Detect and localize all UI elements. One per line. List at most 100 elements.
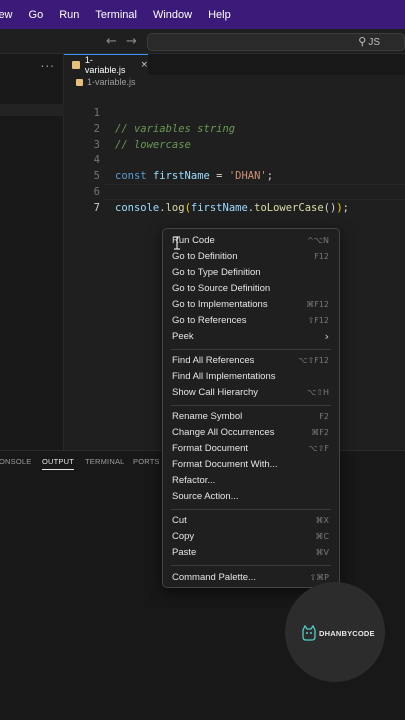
cat-logo-icon — [302, 625, 316, 641]
breadcrumb-file[interactable]: 1-variable.js — [87, 77, 136, 87]
menu-item-run-code[interactable]: Run Code ^⌥N — [163, 232, 339, 248]
menu-item-refactor[interactable]: Refactor... — [163, 472, 339, 488]
menu-item-label: Format Document With... — [172, 458, 278, 470]
menu-item-shortcut: ⌥⇧F12 — [298, 355, 329, 365]
menu-item-shortcut: F2 — [319, 411, 329, 421]
menu-item-label: Show Call Hierarchy — [172, 386, 259, 398]
function-toLowerCase: toLowerCase — [254, 202, 324, 214]
code-line-7: 7 — [64, 184, 405, 214]
menu-go[interactable]: Go — [29, 9, 44, 21]
menu-item-shortcut: ⇧F12 — [307, 315, 329, 325]
menu-item-go-to-definition[interactable]: Go to Definition F12 — [163, 248, 339, 264]
menu-item-label: Cut — [172, 514, 187, 526]
explorer-selected-row[interactable] — [0, 104, 64, 116]
function-log: log — [165, 202, 185, 214]
code-line-3: 3 — [64, 121, 405, 151]
menu-item-command-palette[interactable]: Command Palette... ⇧⌘P — [163, 569, 339, 585]
chevron-right-icon: › — [324, 329, 329, 343]
menu-view[interactable]: iew — [0, 9, 13, 21]
menu-item-label: Find All Implementations — [172, 370, 276, 382]
menu-item-format-document[interactable]: Format Document ⌥⇧F — [163, 440, 339, 456]
menu-help[interactable]: Help — [208, 9, 231, 21]
menu-item-label: Go to Implementations — [172, 298, 268, 310]
menu-item-label: Command Palette... — [172, 571, 256, 583]
menu-item-shortcut: ⌥⇧H — [307, 387, 329, 397]
menu-terminal[interactable]: Terminal — [95, 9, 137, 21]
menu-item-change-all-occurrences[interactable]: Change All Occurrences ⌘F2 — [163, 424, 339, 440]
menu-item-label: Format Document — [172, 442, 249, 454]
code-line-6: 6 console.log(firstName.toLowerCase()); — [64, 168, 405, 214]
menu-item-go-to-type-definition[interactable]: Go to Type Definition — [163, 264, 339, 280]
code-line-1: 1 // variables string — [64, 89, 405, 135]
close-icon[interactable]: × — [140, 60, 148, 70]
tab-debug-console[interactable]: ONSOLE — [0, 457, 31, 466]
identifier-console: console — [115, 202, 160, 214]
menu-item-paste[interactable]: Paste ⌘V — [163, 544, 339, 560]
menu-item-shortcut: ⇧⌘P — [309, 572, 329, 582]
watermark-text: DHANBYCODE — [319, 629, 375, 638]
menu-item-copy[interactable]: Copy ⌘C — [163, 528, 339, 544]
menu-item-label: Refactor... — [172, 474, 216, 486]
menu-run[interactable]: Run — [59, 9, 79, 21]
tab-label: 1-variable.js — [84, 55, 126, 75]
editor-tab-bar: 1-variable.js × — [64, 54, 405, 75]
tab-ports[interactable]: PORTS — [133, 457, 160, 466]
menu-item-label: Source Action... — [172, 490, 239, 502]
menu-item-rename-symbol[interactable]: Rename Symbol F2 — [163, 408, 339, 424]
code-console-log: console.log(firstName.toLowerCase()); — [115, 200, 349, 216]
menu-bar: iew Go Run Terminal Window Help — [0, 0, 405, 29]
menu-item-find-all-implementations[interactable]: Find All Implementations — [163, 368, 339, 384]
tab-1-variable-js[interactable]: 1-variable.js × — [64, 54, 148, 75]
menu-item-shortcut: ⌘V — [315, 547, 329, 557]
menu-item-go-to-implementations[interactable]: Go to Implementations ⌘F12 — [163, 296, 339, 312]
menu-item-label: Go to Definition — [172, 250, 238, 262]
menu-item-label: Copy — [172, 530, 195, 542]
tab-output[interactable]: OUTPUT — [42, 457, 75, 470]
text-cursor-icon — [174, 236, 180, 250]
breadcrumb: 1-variable.js — [64, 75, 405, 89]
menu-item-go-to-source-definition[interactable]: Go to Source Definition — [163, 280, 339, 296]
menu-item-cut[interactable]: Cut ⌘X — [163, 512, 339, 528]
title-bar: ← → ⚲ JS — [0, 29, 405, 54]
menu-item-label: Rename Symbol — [172, 410, 243, 422]
menu-separator — [171, 349, 331, 350]
arrow-right-icon[interactable]: → — [126, 34, 137, 49]
menu-item-format-document-with[interactable]: Format Document With... — [163, 456, 339, 472]
explorer-sidebar: ... — [0, 54, 64, 450]
menu-separator — [171, 509, 331, 510]
code-line-4: 4 const firstName = 'DHAN'; — [64, 136, 405, 182]
js-file-icon — [76, 78, 83, 86]
command-center-search[interactable]: ⚲ JS — [147, 33, 405, 51]
code-line-5: 5 — [64, 152, 405, 182]
menu-separator — [171, 565, 331, 566]
line-number: 7 — [93, 202, 100, 214]
code-line-2: 2 // lowercase — [64, 105, 405, 151]
more-actions-icon[interactable]: ... — [41, 56, 55, 70]
menu-item-label: Go to Type Definition — [172, 266, 261, 278]
menu-separator — [171, 405, 331, 406]
menu-item-label: Peek — [172, 330, 194, 342]
call-parens: () — [323, 202, 337, 214]
menu-window[interactable]: Window — [153, 9, 192, 21]
menu-item-shortcut: ⌥⇧F — [308, 443, 329, 453]
menu-item-go-to-references[interactable]: Go to References ⇧F12 — [163, 312, 339, 328]
identifier-firstName: firstName — [190, 202, 248, 214]
menu-item-find-all-references[interactable]: Find All References ⌥⇧F12 — [163, 352, 339, 368]
menu-item-label: Change All Occurrences — [172, 426, 275, 438]
search-label: ⚲ JS — [358, 36, 380, 48]
search-icon: ⚲ — [358, 36, 367, 48]
editor-context-menu: Run Code ^⌥N Go to Definition F12 Go to Ty… — [162, 228, 340, 588]
menu-item-shortcut: F12 — [314, 251, 329, 261]
menu-item-label: Go to References — [172, 314, 247, 326]
arrow-left-icon[interactable]: ← — [106, 34, 117, 49]
menu-item-source-action[interactable]: Source Action... — [163, 488, 339, 504]
menu-item-shortcut: ⌘F12 — [306, 299, 329, 309]
menu-item-show-call-hierarchy[interactable]: Show Call Hierarchy ⌥⇧H — [163, 384, 339, 400]
menu-item-label: Go to Source Definition — [172, 282, 271, 294]
menu-item-label: Paste — [172, 546, 197, 558]
menu-item-shortcut: ⌘C — [315, 531, 329, 541]
menu-item-shortcut: ⌘X — [315, 515, 329, 525]
watermark-badge: DHANBYCODE — [285, 582, 385, 682]
menu-item-peek[interactable]: Peek › — [163, 328, 339, 344]
tab-terminal[interactable]: TERMINAL — [85, 457, 125, 466]
